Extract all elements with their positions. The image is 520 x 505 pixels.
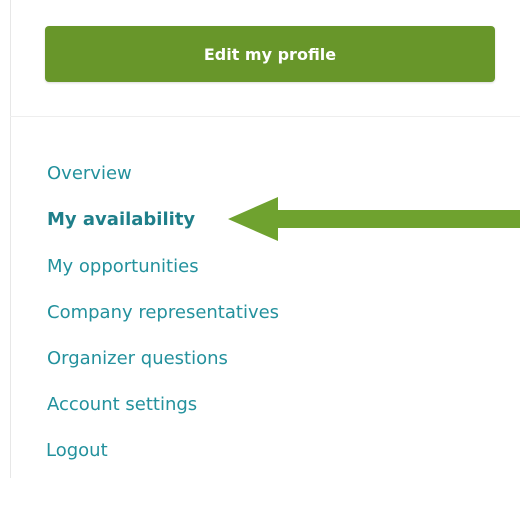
nav-item-account-settings[interactable]: Account settings (47, 394, 197, 416)
nav-item-my-opportunities[interactable]: My opportunities (47, 256, 199, 278)
nav-item-company-representatives[interactable]: Company representatives (47, 302, 279, 324)
nav-item-logout[interactable]: Logout (46, 440, 108, 462)
nav-item-my-availability[interactable]: My availability (47, 209, 195, 231)
edit-profile-button[interactable]: Edit my profile (45, 26, 495, 82)
nav-item-overview[interactable]: Overview (47, 163, 132, 185)
left-border (10, 0, 11, 478)
nav-item-organizer-questions[interactable]: Organizer questions (47, 348, 228, 370)
section-divider (10, 116, 520, 117)
left-arrow-icon (228, 197, 520, 241)
